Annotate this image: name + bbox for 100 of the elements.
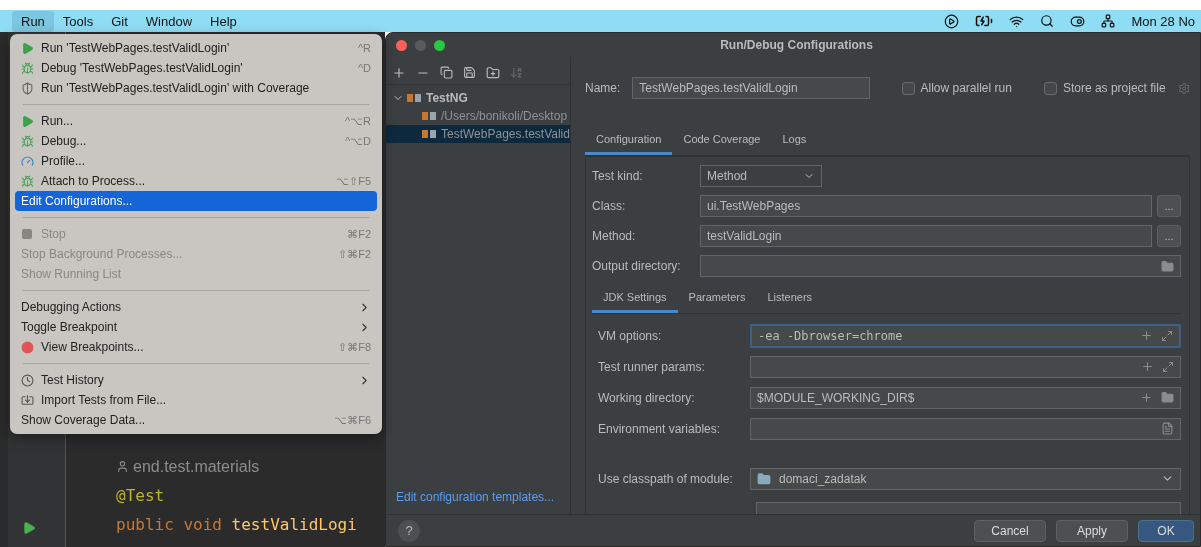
input-field[interactable] [756,502,1181,514]
author-hint: end.test.materials [133,457,260,476]
close-icon[interactable] [396,39,407,51]
wifi-icon[interactable] [1009,13,1025,29]
module-folder-icon [757,471,771,486]
plus-icon[interactable] [1141,360,1154,373]
menu-item[interactable]: Profile... [15,151,377,171]
menu-item[interactable]: Toggle Breakpoint [15,317,377,337]
name-field[interactable]: TestWebPages.testValidLogin [632,77,870,99]
input-field[interactable] [750,355,1181,378]
edit-templates-link[interactable]: Edit configuration templates... [396,490,570,504]
input-field[interactable]: testValidLogin [700,225,1152,247]
input-field[interactable] [750,417,1181,440]
minimize-icon[interactable] [415,39,426,51]
import-icon [21,393,34,407]
tree-item[interactable]: /Users/bonikoli/Desktop [386,107,570,125]
menu-item[interactable]: View Breakpoints... ⇧⌘F8 [15,337,377,357]
browse-button[interactable]: ... [1157,195,1181,217]
input-field[interactable]: -ea -Dbrowser=chrome [750,323,1181,348]
settings-icon[interactable] [1177,81,1190,95]
user-icon [116,460,129,473]
input-field[interactable] [700,255,1181,277]
plus-icon[interactable] [1140,329,1153,342]
clock-text: Mon 28 No [1131,13,1195,29]
copy-icon[interactable] [440,66,453,79]
checkbox[interactable]: Store as project file [1043,81,1166,95]
testng-icon [422,129,436,139]
input-field[interactable]: $MODULE_WORKING_DIR$ [750,386,1181,409]
tab[interactable]: Logs [771,127,818,155]
tab[interactable]: Code Coverage [672,127,772,155]
play-icon [21,41,34,55]
dialog-button[interactable]: Apply [1056,519,1128,542]
run-gutter-icon[interactable] [22,521,36,535]
tab[interactable]: Listeners [756,285,824,313]
menu-bar-item[interactable]: Git [102,10,137,32]
menu-item[interactable]: Debug 'TestWebPages.testValidLogin' ^D [15,58,377,78]
menu-item[interactable]: Import Tests from File... [15,390,377,410]
menu-item[interactable]: Attach to Process... ⌥⇧F5 [15,171,377,191]
sort-icon[interactable] [510,66,523,79]
checkbox[interactable]: Allow parallel run [901,81,1012,95]
shortcut-text: ⌥⌘F6 [334,413,371,427]
gauge-icon [21,154,34,168]
menu-item[interactable]: Run 'TestWebPages.testValidLogin' with Coverage [15,78,377,98]
dialog-button[interactable]: Cancel [974,519,1046,542]
tab[interactable]: Parameters [677,285,757,313]
add-icon[interactable] [392,65,406,80]
breakpoint-icon [21,340,34,354]
field-label: Test runner params: [598,359,706,374]
menu-item[interactable]: Debugging Actions [15,297,377,317]
menu-item[interactable]: Run... ^⌥R [15,111,377,131]
tab[interactable]: Configuration [585,127,673,155]
search-icon[interactable] [1040,14,1055,28]
tree-item[interactable]: TestWebPages.testValid [386,125,570,143]
tree-item-label: TestNG [426,91,468,105]
stop-icon [21,228,33,240]
bug-icon [21,134,34,148]
network-icon[interactable] [1101,14,1116,28]
zoom-icon[interactable] [434,39,445,51]
folder-icon[interactable] [1161,391,1174,404]
shortcut-text: ⇧⌘F8 [338,340,371,354]
dialog-button[interactable]: OK [1138,519,1194,542]
bug-icon [21,61,34,75]
menu-item[interactable]: Show Coverage Data... ⌥⌘F6 [15,410,377,430]
testng-icon [422,111,436,121]
menu-bar-item[interactable]: Run [12,10,54,32]
help-button[interactable]: ? [398,519,420,542]
menu-item[interactable]: Test History [15,370,377,390]
shortcut-text: ^R [357,42,371,54]
menu-item[interactable]: Edit Configurations... [15,191,377,211]
tree-item-label: /Users/bonikoli/Desktop [441,109,568,123]
expand-icon[interactable] [1161,329,1173,342]
field-label: Method: [592,229,637,243]
expand-icon[interactable] [1162,360,1174,373]
new-folder-icon[interactable] [486,65,500,80]
document-icon[interactable] [1161,422,1174,435]
shield-icon [21,81,34,95]
dropdown[interactable]: Method [700,165,822,187]
input-field[interactable]: ui.TestWebPages [700,195,1152,217]
browse-button[interactable]: ... [1157,225,1181,247]
folder-icon[interactable] [1161,259,1174,273]
field-label: Name: [585,81,621,95]
plus-icon[interactable] [1140,391,1153,404]
shortcut-text: ⇧⌘F2 [338,247,371,261]
shortcut-text: ^D [357,62,371,74]
tab[interactable]: JDK Settings [592,285,678,313]
play-circle-icon[interactable] [944,13,960,29]
menu-bar-item[interactable]: Window [136,10,202,32]
menu-item[interactable]: Debug... ^⌥D [15,131,377,151]
save-icon[interactable] [463,66,476,79]
shortcut-text: ⌥⇧F5 [336,174,371,188]
code-token: public void [116,515,223,534]
menu-bar-item[interactable]: Tools [53,10,103,32]
window-title: Run/Debug Configurations [720,38,874,52]
control-center-icon[interactable] [1070,13,1086,29]
dropdown[interactable]: domaci_zadatak [750,467,1181,490]
code-token: testValidLogi [231,515,357,534]
menu-bar-item[interactable]: Help [201,10,246,32]
menu-item[interactable]: Run 'TestWebPages.testValidLogin' ^R [15,38,377,58]
tree-item[interactable]: TestNG [386,89,570,107]
field-label: Class: [592,199,627,213]
